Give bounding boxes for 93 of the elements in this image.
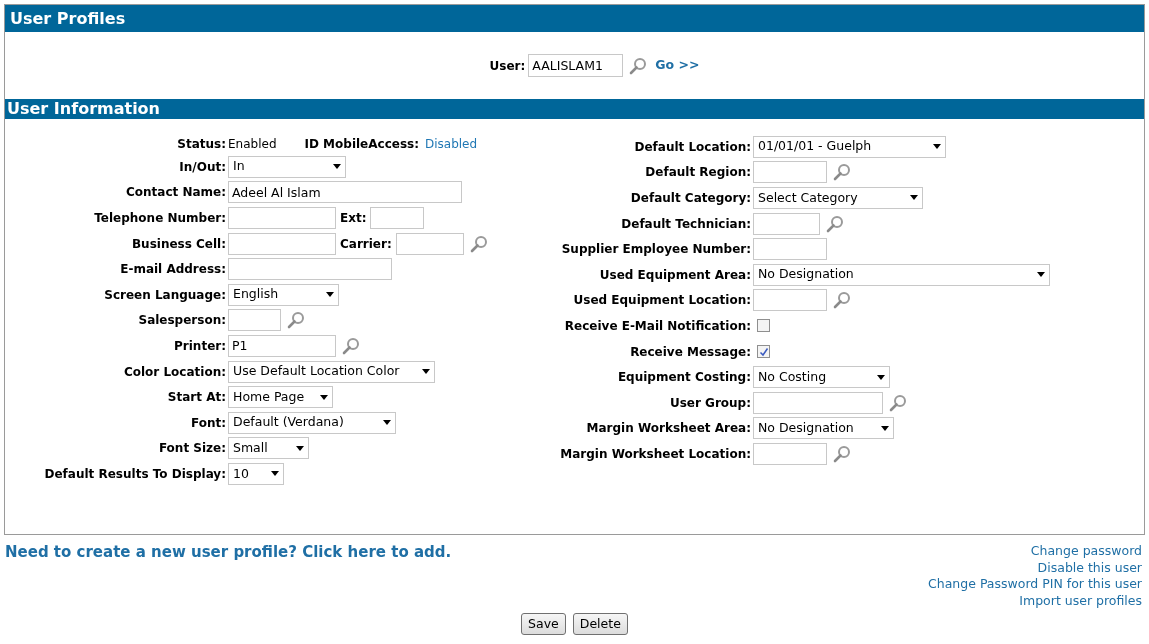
field-label: Default Region: — [644, 164, 752, 182]
field-label: Start At: — [166, 389, 227, 407]
input-field[interactable] — [753, 161, 827, 184]
field-label: Color Location: — [122, 363, 227, 381]
search-icon[interactable] — [342, 336, 360, 355]
status-value: Enabled — [228, 135, 277, 153]
search-icon[interactable] — [889, 393, 907, 412]
checkbox[interactable] — [757, 319, 770, 333]
caret-icon — [383, 420, 391, 426]
input-field[interactable] — [228, 232, 336, 255]
caret-icon — [271, 471, 279, 477]
input-field[interactable] — [228, 309, 281, 332]
field-label: Status: — [176, 135, 227, 153]
input-field[interactable] — [395, 232, 464, 255]
input-field[interactable] — [228, 207, 336, 229]
dropdown[interactable]: 10 — [228, 462, 284, 485]
section-header: User Information — [5, 99, 1144, 119]
checkbox[interactable] — [757, 345, 770, 359]
field-label: Margin Worksheet Area: — [585, 420, 752, 438]
field-label: Salesperson: — [137, 312, 227, 330]
user-label: User: — [489, 57, 526, 75]
input-field[interactable] — [753, 289, 827, 312]
input-field[interactable] — [370, 207, 425, 229]
field-label: Font Size: — [157, 440, 227, 458]
action-link[interactable]: Import user profiles — [1019, 592, 1142, 609]
caret-icon — [326, 292, 334, 298]
caret-icon — [881, 425, 889, 431]
caret-icon — [1037, 272, 1045, 278]
caret-icon — [933, 144, 941, 150]
input-field[interactable]: P1 — [228, 334, 336, 357]
field-label: Default Technician: — [620, 215, 752, 233]
field-label: Receive E-Mail Notification: — [563, 317, 752, 335]
field-label: Margin Worksheet Location: — [559, 445, 752, 463]
input-field[interactable] — [753, 212, 820, 235]
caret-icon — [877, 374, 885, 380]
search-icon[interactable] — [833, 444, 851, 463]
input-field[interactable] — [228, 258, 392, 281]
go-link[interactable]: Go >> — [655, 56, 700, 75]
dropdown[interactable]: No Designation — [753, 417, 894, 440]
field-label: Receive Message: — [629, 343, 752, 361]
input-field[interactable] — [753, 238, 827, 261]
dropdown[interactable]: No Costing — [753, 366, 890, 389]
field-label: Business Cell: — [130, 235, 227, 253]
search-icon[interactable] — [469, 234, 488, 253]
action-link[interactable]: Change password — [1030, 543, 1142, 560]
field-label: E-mail Address: — [119, 261, 227, 279]
field-label: Carrier: — [340, 235, 392, 253]
dropdown[interactable]: Use Default Location Color — [228, 360, 435, 383]
dropdown[interactable]: No Designation — [753, 263, 1050, 286]
search-icon[interactable] — [833, 163, 851, 182]
field-label: Used Equipment Location: — [572, 292, 752, 310]
status-link[interactable]: Disabled — [425, 134, 478, 153]
dropdown[interactable]: Home Page — [228, 386, 333, 409]
field-label: User Group: — [668, 394, 752, 412]
action-link[interactable]: Change Password PIN for this user — [928, 576, 1142, 593]
input-field[interactable] — [753, 442, 827, 465]
field-label: Default Category: — [629, 190, 752, 207]
page-header: User Profiles — [5, 5, 1144, 32]
search-icon[interactable] — [826, 214, 844, 233]
dropdown[interactable]: English — [228, 283, 339, 306]
caret-icon — [333, 164, 341, 170]
dropdown[interactable]: In — [228, 155, 346, 178]
field-label: Default Location: — [633, 138, 752, 156]
caret-icon — [910, 195, 918, 201]
field-label: Printer: — [173, 337, 227, 355]
field-label: In/Out: — [178, 158, 227, 176]
caret-icon — [422, 369, 430, 375]
form-button[interactable]: Save — [521, 613, 566, 635]
input-field[interactable] — [753, 391, 883, 414]
field-label: Contact Name: — [124, 184, 227, 202]
field-label: Default Results To Display: — [43, 465, 227, 483]
dropdown[interactable]: Default (Verdana) — [228, 411, 396, 434]
field-label: Ext: — [340, 210, 367, 227]
field-label: Font: — [189, 414, 227, 432]
add-user-link[interactable]: Need to create a new user profile? Click here to add. — [5, 541, 452, 609]
dropdown[interactable]: Select Category — [753, 187, 923, 209]
field-label: Equipment Costing: — [616, 369, 752, 387]
action-link[interactable]: Disable this user — [1037, 559, 1142, 576]
field-label: Screen Language: — [103, 286, 227, 304]
input-field[interactable]: Adeel Al Islam — [228, 181, 462, 204]
dropdown[interactable]: 01/01/01 - Guelph — [753, 135, 946, 158]
field-label: ID MobileAccess: — [304, 135, 419, 153]
caret-icon — [320, 394, 328, 400]
form-button[interactable]: Delete — [572, 613, 628, 635]
field-label: Telephone Number: — [93, 210, 227, 227]
user-field[interactable]: AALISLAM1 — [528, 54, 624, 77]
search-icon[interactable] — [287, 311, 305, 330]
search-icon[interactable] — [833, 291, 851, 310]
field-label: Supplier Employee Number: — [560, 241, 752, 259]
search-icon[interactable] — [629, 56, 648, 75]
caret-icon — [296, 445, 304, 451]
field-label: Used Equipment Area: — [598, 266, 752, 284]
dropdown[interactable]: Small — [228, 437, 309, 460]
